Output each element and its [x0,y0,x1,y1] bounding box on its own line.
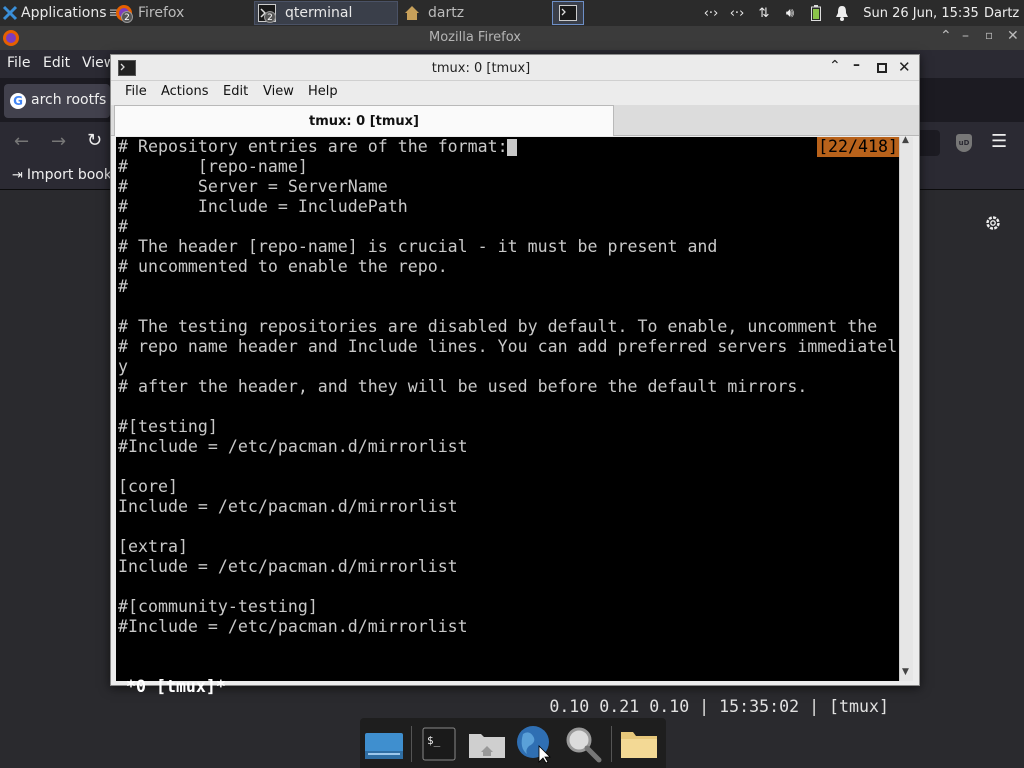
top-panel: Applications ≡ 2 Firefox 2 qterminal dar… [0,0,1024,26]
files-folder-icon[interactable] [617,722,661,766]
qterminal-tabbar: tmux: 0 [tmux] [111,105,919,136]
show-desktop-icon[interactable] [362,722,406,766]
terminal-line: Include = /etc/pacman.d/mirrorlist [118,557,458,576]
firefox-tab[interactable]: G arch rootfs - [4,84,116,118]
terminal-line: y [118,357,128,376]
close-button[interactable]: ✕ [1007,28,1019,44]
firefox-icon [3,30,19,46]
terminal-line: # Repository entries are of the format: [118,137,508,156]
network-transfer-icon[interactable]: ⇅ [752,0,776,26]
menu-edit[interactable]: Edit [223,84,248,99]
battery-icon[interactable] [804,0,828,26]
import-bookmarks-button[interactable]: ⇥ Import book [12,167,112,183]
ublock-icon[interactable]: uD [956,134,972,152]
tmux-window-indicator: *0 [tmux]* [116,677,226,696]
minimize-icon[interactable]: ⌃ [940,28,952,44]
terminal-line: # after the header, and they will be use… [118,377,808,396]
tmux-position-counter: [22/418] [817,137,899,157]
workspace-switcher[interactable] [552,1,584,25]
firefox-titlebar: Mozilla Firefox ⌃ – ▫ ✕ [0,26,1024,50]
notifications-icon[interactable] [830,0,854,26]
url-bar[interactable] [918,130,940,156]
terminal-line: [core] [118,477,178,496]
home-folder-icon [405,6,419,20]
terminal-line: Include = /etc/pacman.d/mirrorlist [118,497,458,516]
user-menu[interactable]: Dartz [984,0,1024,26]
dock: $_ [360,718,666,768]
volume-icon[interactable]: 🔊︎ [778,0,802,26]
terminal-line: # Server = ServerName [118,177,388,196]
taskbar-item-firefox[interactable]: 2 Firefox [112,1,252,25]
minimize-button[interactable]: – [962,28,969,44]
network-icon[interactable]: ‹·› [698,0,724,26]
web-browser-icon[interactable] [513,722,557,766]
import-bookmarks-label: Import book [26,167,112,183]
terminal-view[interactable]: # Repository entries are of the format: #… [116,137,899,716]
menu-actions[interactable]: Actions [161,84,209,99]
terminal-line: # uncommented to enable the repo. [118,257,448,276]
close-button[interactable]: ✕ [898,58,911,76]
clock[interactable]: Sun 26 Jun, 15:35 [862,0,980,26]
terminal-line: #Include = /etc/pacman.d/mirrorlist [118,617,468,636]
menu-file[interactable]: File [125,84,147,99]
google-icon: G [10,93,26,109]
scroll-down-icon[interactable]: ▼ [902,667,909,677]
taskbar-item-dartz[interactable]: dartz [400,1,546,25]
qterminal-window: tmux: 0 [tmux] ⌃ – ✕ File Actions Edit V… [110,54,920,716]
gear-icon[interactable] [984,214,1002,232]
back-icon[interactable]: ← [14,131,29,152]
terminal-line: # repo name header and Include lines. Yo… [118,337,898,356]
taskbar-item-qterminal[interactable]: 2 qterminal [254,1,398,25]
terminal-icon: 2 [255,1,279,25]
window-count-badge: 2 [121,11,133,23]
maximize-button[interactable]: ▫ [985,28,993,42]
minimize-button[interactable]: – [853,57,860,73]
hamburger-menu-icon[interactable]: ☰ [991,131,1007,152]
terminal-line: #[testing] [118,417,218,436]
taskbar-item-label: dartz [428,5,465,21]
tmux-status-info: 0.10 0.21 0.10 | 15:35:02 | [tmux] [549,697,899,716]
tab-title: arch rootfs - [31,92,116,108]
menu-help[interactable]: Help [308,84,338,99]
terminal-line: # The header [repo-name] is crucial - it… [118,237,718,256]
window-count-badge: 2 [264,11,276,23]
search-icon[interactable] [561,722,605,766]
qterminal-window-title: tmux: 0 [tmux] [431,61,531,76]
applications-menu-button[interactable]: Applications ≡ [2,0,120,26]
qterminal-menubar: File Actions Edit View Help [111,81,919,105]
workspace-icon [559,5,577,21]
terminal-line: #[community-testing] [118,597,318,616]
applications-label: Applications [21,5,107,21]
svg-text:$_: $_ [427,734,441,747]
terminal-line: # [118,277,128,296]
tab-tmux[interactable]: tmux: 0 [tmux] [114,105,614,136]
xfce-logo-icon [2,5,18,21]
terminal-icon[interactable]: $_ [417,722,461,766]
qterminal-titlebar[interactable]: tmux: 0 [tmux] ⌃ – ✕ [111,55,919,81]
terminal-line: [extra] [118,537,188,556]
terminal-line: #Include = /etc/pacman.d/mirrorlist [118,437,468,456]
firefox-window-title: Mozilla Firefox [429,30,521,45]
taskbar-item-label: Firefox [138,5,185,21]
terminal-scrollbar[interactable]: ▲ ▼ [899,135,913,681]
menu-view[interactable]: View [263,84,294,99]
shade-button[interactable]: ⌃ [829,58,841,74]
tmux-status-bar: *0 [tmux]* 0.10 0.21 0.10 | 15:35:02 | [… [116,657,899,716]
reload-icon[interactable]: ↻ [87,130,102,151]
taskbar-item-label: qterminal [285,5,353,21]
terminal-line: # [repo-name] [118,157,308,176]
scroll-up-icon[interactable]: ▲ [902,135,909,145]
network-icon[interactable]: ‹·› [724,0,750,26]
forward-icon[interactable]: → [51,131,66,152]
terminal-line: # Include = IncludePath [118,197,408,216]
menu-file[interactable]: File [7,55,30,71]
terminal-line: # The testing repositories are disabled … [118,317,878,336]
menu-edit[interactable]: Edit [43,55,70,71]
firefox-icon: 2 [112,1,136,25]
terminal-line: # [118,217,128,236]
maximize-button[interactable] [877,63,887,73]
import-icon: ⇥ [12,167,23,183]
home-folder-icon[interactable] [465,722,509,766]
text-cursor [507,139,517,156]
